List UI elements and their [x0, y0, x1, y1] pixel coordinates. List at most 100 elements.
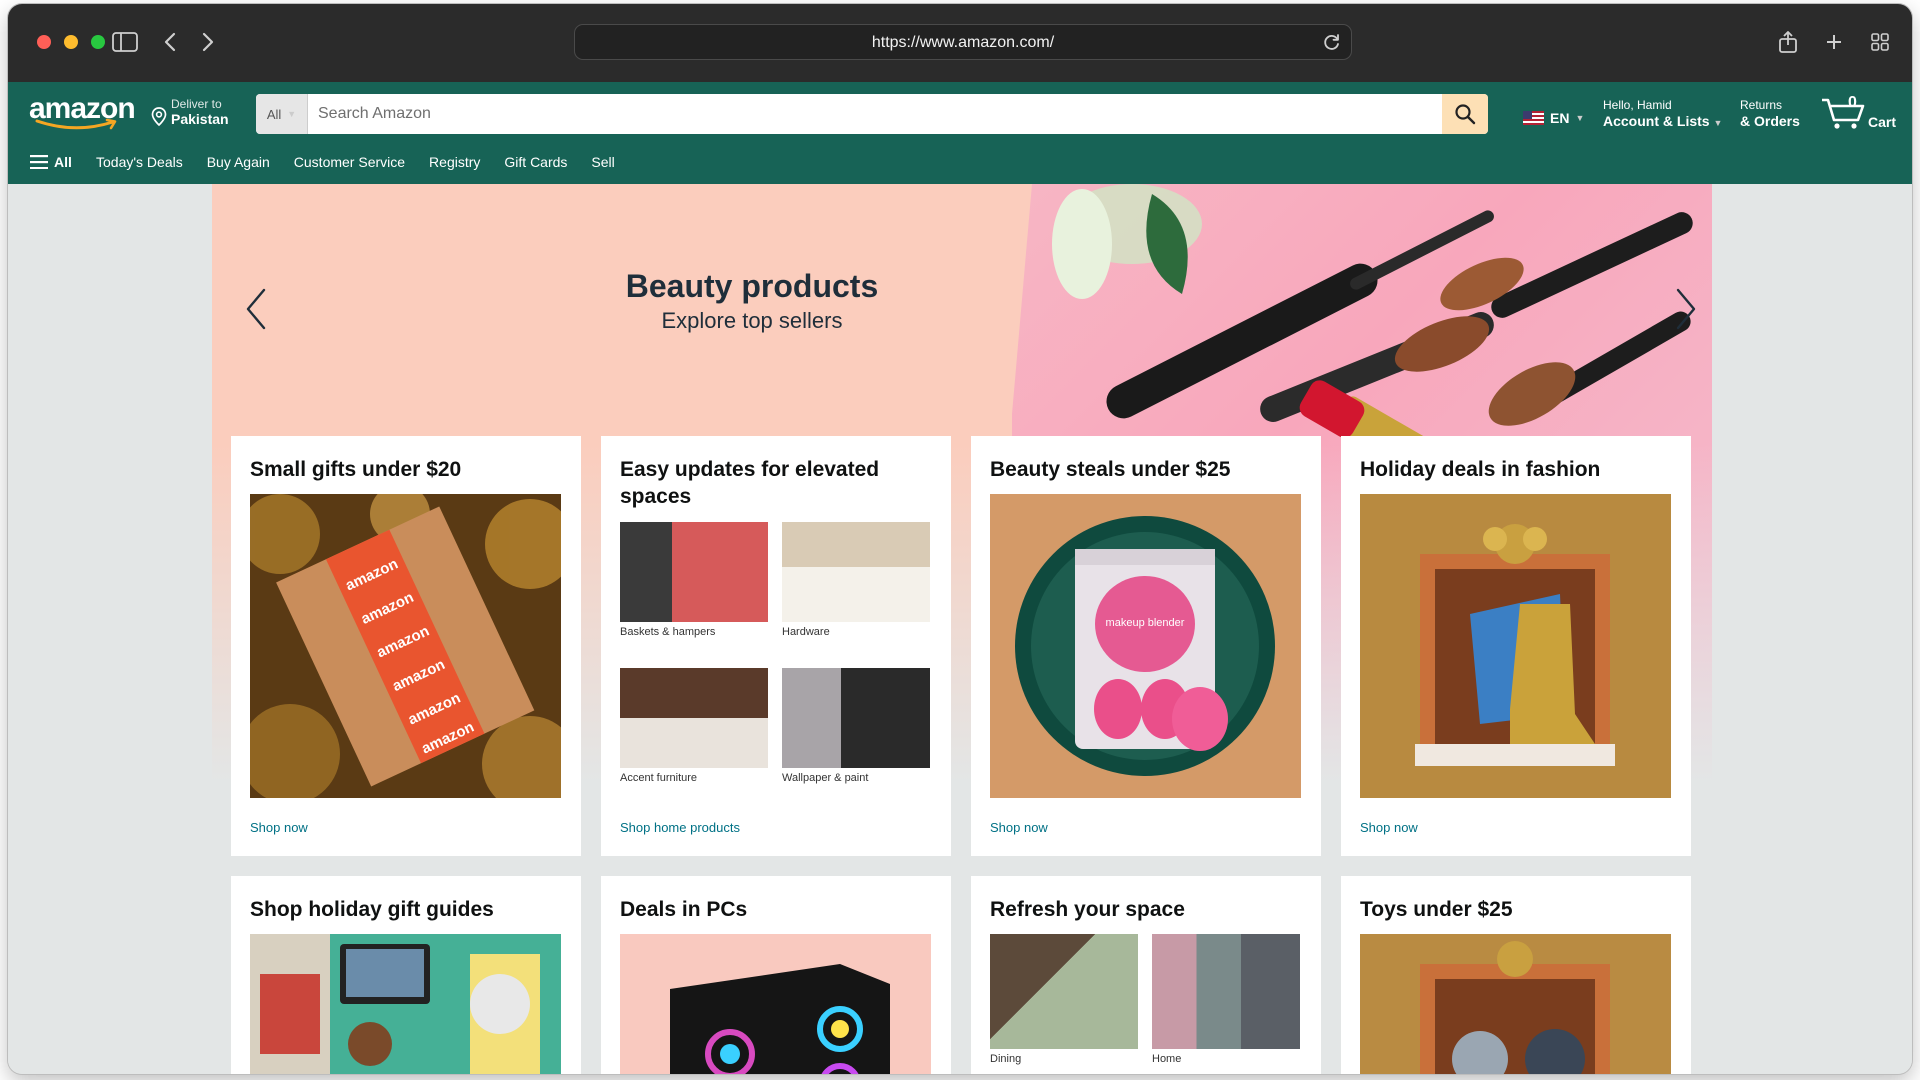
browser-toolbar: https://www.amazon.com/	[8, 4, 1912, 82]
home-image	[1152, 934, 1300, 1049]
sidebar-toggle-icon[interactable]	[109, 26, 141, 58]
tab-overview-icon[interactable]	[1864, 26, 1896, 58]
dining-image	[990, 934, 1138, 1049]
card-title: Deals in PCs	[620, 898, 748, 921]
url-text[interactable]: https://www.amazon.com/	[575, 34, 1351, 52]
hero-subtitle: Explore top sellers	[661, 308, 843, 333]
cart-label: Cart	[1868, 114, 1897, 130]
nav-link-gift-cards[interactable]: Gift Cards	[504, 154, 567, 170]
logo-smile-icon	[35, 118, 117, 130]
card-image-gift-guides[interactable]	[250, 934, 561, 1074]
card-beauty-steals: Beauty steals under $25 makeup blender S…	[971, 436, 1321, 856]
nav-link-customer-service[interactable]: Customer Service	[294, 154, 405, 170]
account-lists[interactable]: Hello, Hamid Account & Lists ▼	[1603, 98, 1722, 129]
card-toys: Toys under $25	[1341, 876, 1691, 1074]
quad-home[interactable]: Home	[1152, 934, 1300, 1065]
account-greeting: Hello, Hamid	[1603, 98, 1672, 112]
amazon-header: amazon Deliver to Pakistan All ▼ EN ▼ He…	[8, 82, 1912, 142]
quad-wallpaper-paint[interactable]: Wallpaper & paint	[782, 668, 930, 784]
card-image-plush-toys[interactable]	[1360, 934, 1671, 1074]
card-easy-updates: Easy updates for elevated spaces Baskets…	[601, 436, 951, 856]
nav-link-todays-deals[interactable]: Today's Deals	[96, 154, 183, 170]
cart-icon	[1822, 98, 1865, 129]
quad-accent-furniture[interactable]: Accent furniture	[620, 668, 768, 784]
sub-navigation: All Today's Deals Buy Again Customer Ser…	[8, 142, 1912, 184]
chevron-down-icon: ▼	[287, 109, 297, 119]
minimize-window-button[interactable]	[64, 35, 78, 49]
search-button[interactable]	[1442, 94, 1488, 134]
card-image-amazon-box[interactable]: amazon amazon amazon amazon amazon amazo…	[250, 494, 561, 798]
nav-link-buy-again[interactable]: Buy Again	[207, 154, 270, 170]
deliver-location: Pakistan	[171, 111, 229, 127]
hamburger-menu-icon	[30, 155, 48, 169]
forward-arrow-icon[interactable]	[192, 26, 224, 58]
nav-link-registry[interactable]: Registry	[429, 154, 480, 170]
card-title: Shop holiday gift guides	[250, 898, 494, 921]
svg-text:makeup blender: makeup blender	[1106, 617, 1185, 629]
card-holiday-fashion: Holiday deals in fashion Shop now	[1341, 436, 1691, 856]
returns-label: Returns	[1740, 98, 1783, 112]
zoom-window-button[interactable]	[91, 35, 105, 49]
back-arrow-icon[interactable]	[154, 26, 186, 58]
us-flag-icon	[1523, 111, 1544, 125]
card-title: Toys under $25	[1360, 898, 1513, 921]
quad-caption: Dining	[990, 1053, 1022, 1065]
deliver-label: Deliver to	[171, 97, 222, 111]
card-image-boots-gift[interactable]	[1360, 494, 1671, 798]
address-bar[interactable]: https://www.amazon.com/	[574, 24, 1352, 60]
wallpaper-image	[782, 668, 930, 768]
shop-now-link[interactable]: Shop now	[250, 820, 308, 835]
card-small-gifts: Small gifts under $20 amazon amazon amaz…	[231, 436, 581, 856]
card-title: Small gifts under $20	[250, 458, 462, 481]
nav-link-sell[interactable]: Sell	[591, 154, 614, 170]
all-menu-button[interactable]: All	[30, 154, 72, 170]
card-image-gaming-pc[interactable]	[620, 934, 931, 1074]
language-label: EN	[1550, 110, 1570, 126]
search-bar: All ▼	[256, 94, 1488, 134]
browser-window: https://www.amazon.com/ amazon Deliver t…	[8, 4, 1912, 1074]
accent-furniture-image	[620, 668, 768, 768]
amazon-logo[interactable]: amazon	[29, 94, 136, 130]
quad-caption: Hardware	[782, 626, 830, 638]
card-title: Easy updates for elevated spaces	[620, 458, 880, 508]
quad-caption: Accent furniture	[620, 772, 698, 784]
card-title: Holiday deals in fashion	[1360, 458, 1601, 481]
card-deals-pcs: Deals in PCs	[601, 876, 951, 1074]
carousel-prev-icon[interactable]	[242, 284, 272, 334]
share-icon[interactable]	[1772, 26, 1804, 58]
shop-now-link[interactable]: Shop now	[990, 820, 1048, 835]
page-content: Beauty products Explore top sellers Smal…	[8, 184, 1912, 1074]
account-label: Account & Lists	[1603, 113, 1710, 129]
search-icon	[1455, 104, 1476, 125]
card-image-makeup-blender[interactable]: makeup blender	[990, 494, 1301, 798]
new-tab-plus-icon[interactable]	[1818, 26, 1850, 58]
carousel-next-icon[interactable]	[1670, 284, 1700, 334]
cart-count: 0	[1848, 94, 1857, 111]
shop-now-link[interactable]: Shop now	[1360, 820, 1418, 835]
returns-orders[interactable]: Returns & Orders	[1740, 98, 1800, 129]
close-window-button[interactable]	[37, 35, 51, 49]
cart-button[interactable]: 0 Cart	[1820, 92, 1900, 132]
quad-dining[interactable]: Dining	[990, 934, 1138, 1065]
chevron-down-icon: ▼	[1713, 118, 1723, 128]
location-pin-icon	[151, 107, 167, 127]
quad-caption: Baskets & hampers	[620, 626, 716, 638]
quad-caption: Wallpaper & paint	[782, 772, 869, 784]
shop-home-products-link[interactable]: Shop home products	[620, 820, 740, 835]
search-category-label: All	[266, 106, 282, 122]
chevron-down-icon: ▼	[1575, 113, 1585, 123]
quad-hardware[interactable]: Hardware	[782, 522, 930, 638]
card-gift-guides: Shop holiday gift guides	[231, 876, 581, 1074]
all-label: All	[54, 154, 72, 170]
reload-icon[interactable]	[1321, 31, 1343, 53]
language-selector[interactable]: EN ▼	[1523, 110, 1584, 126]
baskets-image	[620, 522, 768, 622]
quad-baskets-hampers[interactable]: Baskets & hampers	[620, 522, 768, 638]
search-input[interactable]	[308, 94, 1440, 134]
hardware-image	[782, 522, 930, 622]
search-category-dropdown[interactable]: All ▼	[256, 94, 308, 134]
quad-caption: Home	[1152, 1053, 1182, 1065]
card-title: Beauty steals under $25	[990, 458, 1231, 481]
hero-title: Beauty products	[625, 268, 879, 304]
orders-label: & Orders	[1740, 113, 1800, 129]
